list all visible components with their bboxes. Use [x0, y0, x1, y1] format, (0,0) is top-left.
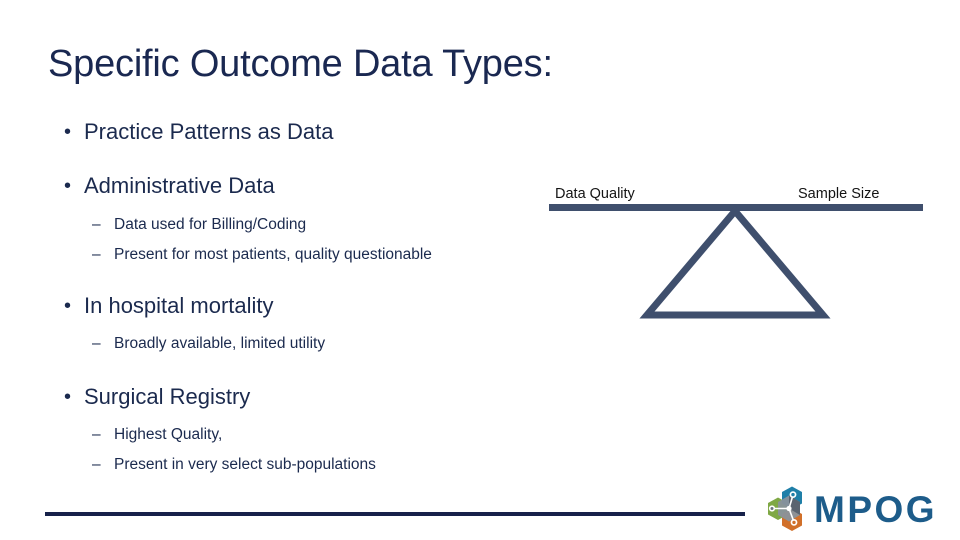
list-item-label: Surgical Registry: [84, 384, 251, 409]
list-item-label: Broadly available, limited utility: [114, 335, 326, 352]
dash-glyph: –: [92, 246, 101, 263]
dash-glyph: –: [92, 426, 101, 443]
list-item-label: Present in very select sub-populations: [114, 456, 376, 473]
bullet-glyph: •: [64, 175, 72, 197]
mpog-wordmark: MPOG: [814, 489, 938, 530]
balance-right-label: Sample Size: [798, 186, 880, 202]
fulcrum-triangle: [639, 205, 831, 319]
list-item: – Broadly available, limited utility: [58, 333, 558, 354]
list-item: • Surgical Registry: [58, 383, 558, 411]
list-item-label: Highest Quality,: [114, 426, 223, 443]
list-item-label: Administrative Data: [84, 173, 275, 198]
list-item: • Administrative Data: [58, 172, 558, 200]
list-item: • In hospital mortality: [58, 292, 558, 320]
bullet-glyph: •: [64, 121, 72, 143]
list-item: – Highest Quality,: [58, 424, 558, 445]
list-item-label: Present for most patients, quality quest…: [114, 246, 432, 263]
dash-glyph: –: [92, 456, 101, 473]
page-title: Specific Outcome Data Types:: [48, 43, 553, 85]
mpog-logo: MPOG: [756, 486, 952, 534]
footer-divider: [45, 512, 745, 516]
list-item: • Practice Patterns as Data: [58, 118, 558, 146]
list-item: – Present in very select sub-populations: [58, 454, 558, 475]
list-item-label: In hospital mortality: [84, 293, 274, 318]
list-item: – Present for most patients, quality que…: [58, 244, 558, 265]
mpog-hexagon-mark-icon: [768, 486, 802, 531]
list-item: – Data used for Billing/Coding: [58, 214, 558, 235]
slide-canvas: Specific Outcome Data Types: • Practice …: [0, 0, 960, 540]
dash-glyph: –: [92, 335, 101, 352]
balance-scale-diagram: Data Quality Sample Size: [540, 178, 940, 328]
list-item-label: Data used for Billing/Coding: [114, 216, 307, 233]
bullet-glyph: •: [64, 295, 72, 317]
list-item-label: Practice Patterns as Data: [84, 119, 334, 144]
dash-glyph: –: [92, 216, 101, 233]
balance-left-label: Data Quality: [555, 186, 635, 202]
bullet-list: • Practice Patterns as Data • Administra…: [58, 118, 558, 475]
bullet-glyph: •: [64, 386, 72, 408]
